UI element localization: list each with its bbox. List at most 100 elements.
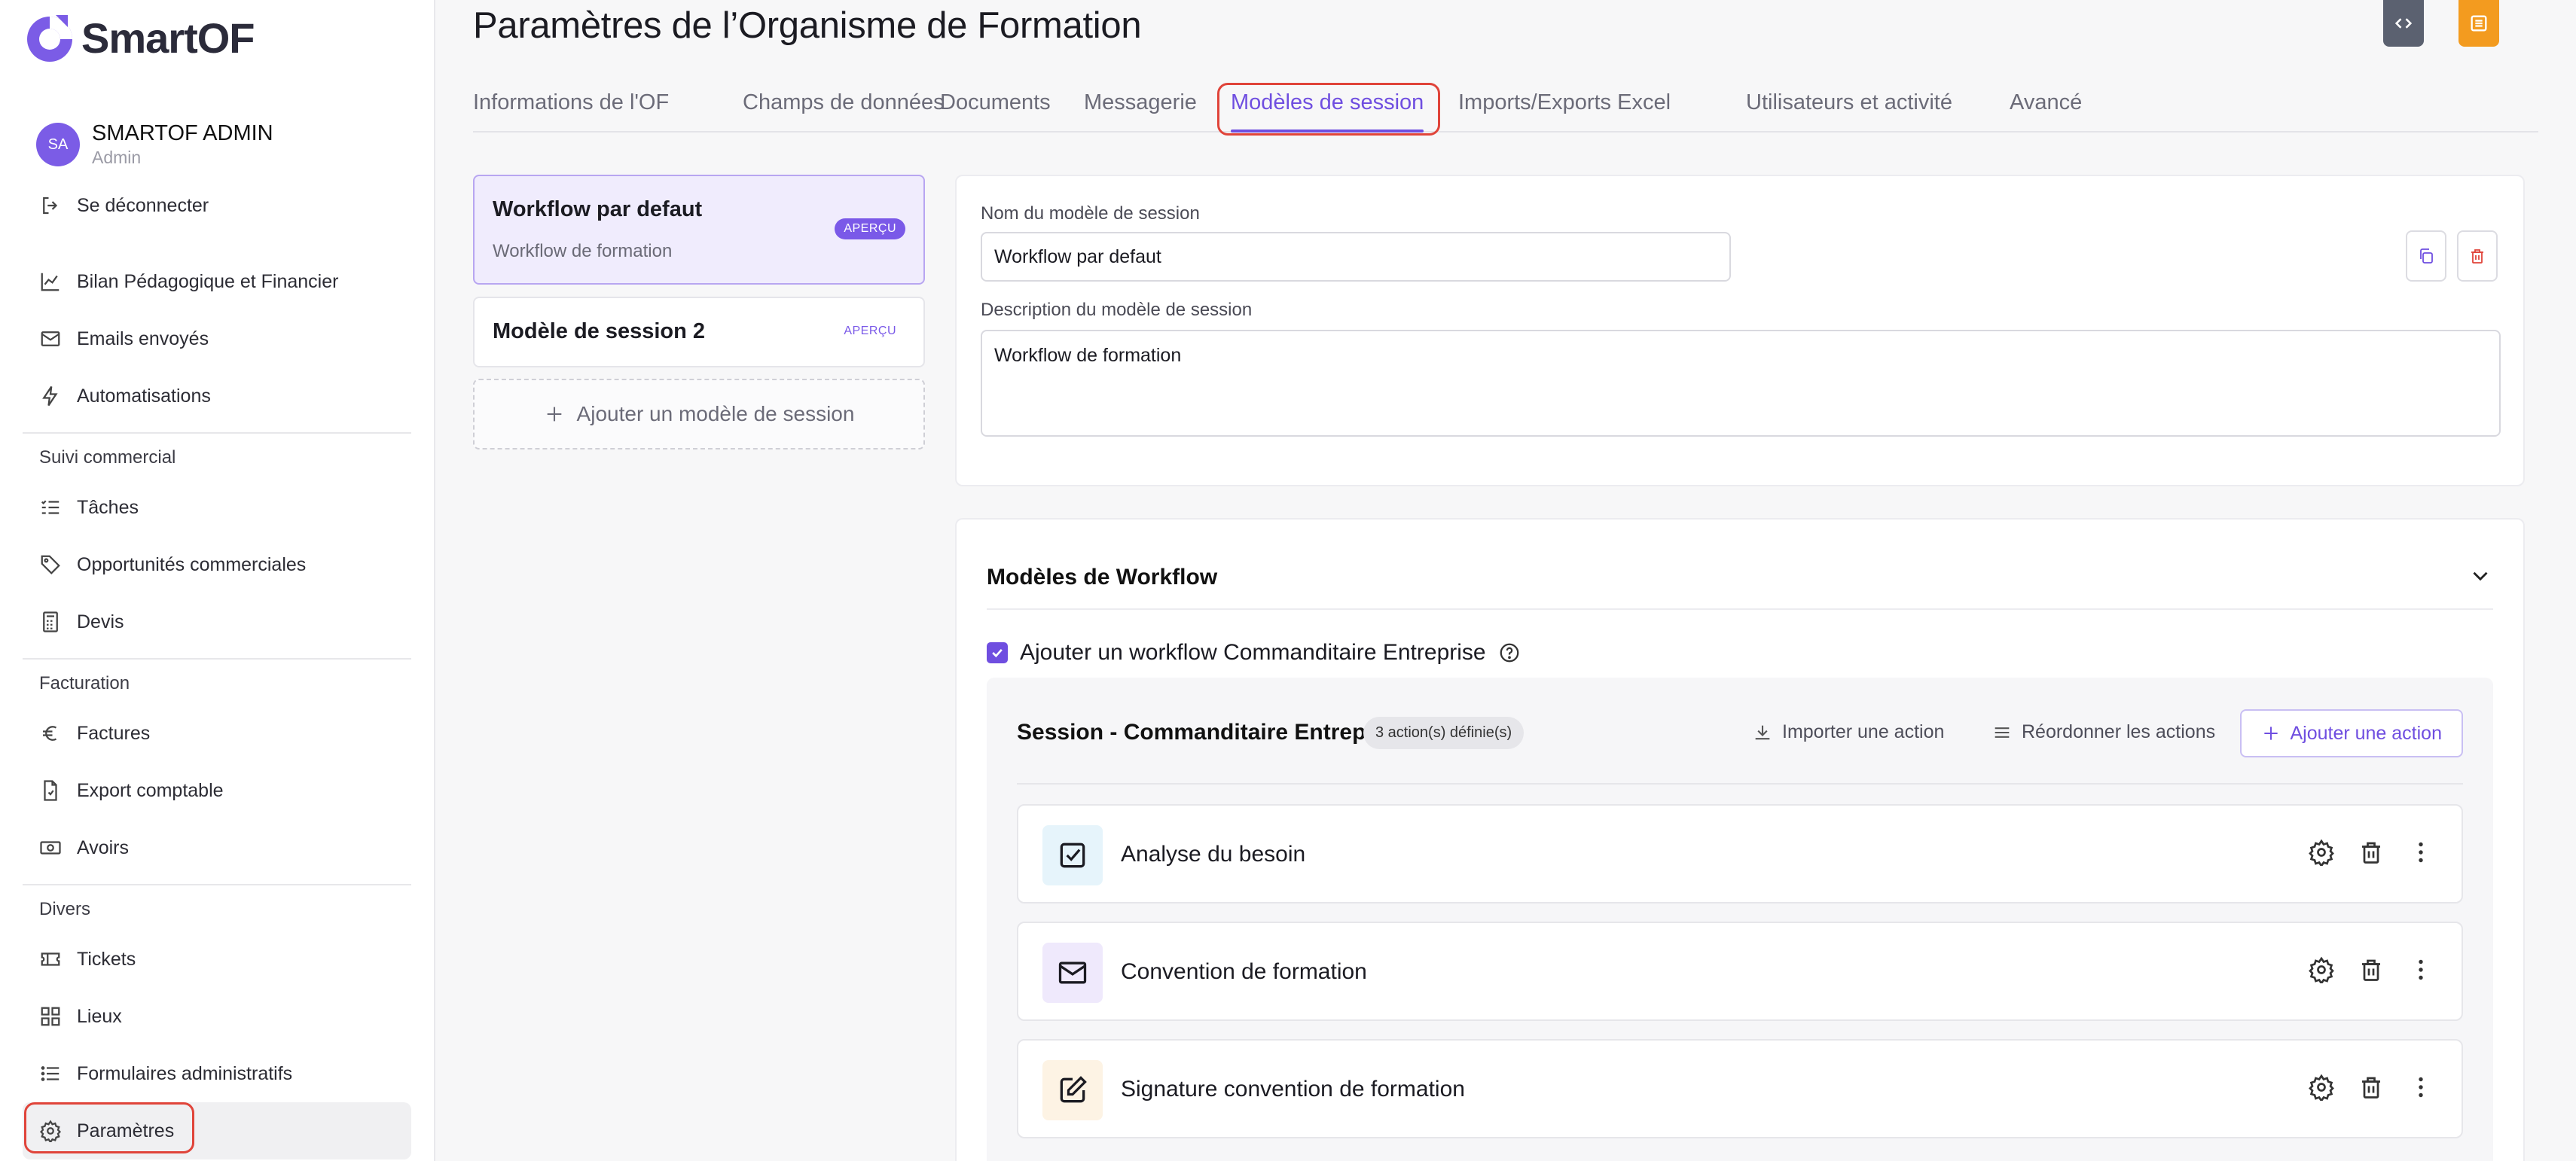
sidebar-item-label: Export comptable xyxy=(77,779,224,801)
grid-icon xyxy=(41,1007,60,1026)
help-circle-icon[interactable] xyxy=(1498,641,1521,664)
tab-documents[interactable]: Documents xyxy=(940,90,1051,130)
action-tools xyxy=(2308,1074,2434,1101)
sidebar-item-factures[interactable]: Factures xyxy=(23,705,411,762)
menu-lines-icon xyxy=(1995,727,2010,738)
list-icon xyxy=(2471,15,2487,32)
gear-icon[interactable] xyxy=(2308,956,2335,983)
sidebar-item-label: Formulaires administratifs xyxy=(77,1062,293,1084)
model-subtitle: Workflow de formation xyxy=(493,241,673,261)
user-profile[interactable]: SA SMARTOF ADMIN Admin xyxy=(36,120,273,169)
nav-top-group: Bilan Pédagogique et Financier Emails en… xyxy=(23,253,411,1159)
apercu-badge[interactable]: APERÇU xyxy=(835,321,905,342)
import-action-button[interactable]: Importer une action xyxy=(1752,721,1944,743)
tab-informations-of[interactable]: Informations de l'OF xyxy=(473,90,669,130)
app-logo[interactable]: SmartOF xyxy=(23,11,255,65)
delete-model-button[interactable] xyxy=(2457,230,2498,282)
sidebar-item-label: Opportunités commerciales xyxy=(77,553,307,575)
sidebar-item-taches[interactable]: Tâches xyxy=(23,479,411,536)
trash-icon xyxy=(2471,249,2483,264)
model-title: Modèle de session 2 xyxy=(493,319,706,343)
avatar: SA xyxy=(36,123,80,166)
tab-utilisateurs[interactable]: Utilisateurs et activité xyxy=(1746,90,1952,130)
user-name: SMARTOF ADMIN xyxy=(92,121,273,145)
sidebar-item-avoirs[interactable]: Avoirs xyxy=(23,819,411,876)
tab-modeles-session[interactable]: Modèles de session xyxy=(1231,90,1424,133)
gear-icon[interactable] xyxy=(2308,1074,2335,1101)
bolt-icon xyxy=(42,385,58,407)
list-icon xyxy=(41,1066,60,1081)
sidebar-item-formulaires[interactable]: Formulaires administratifs xyxy=(23,1045,411,1102)
sidebar-item-label: Tâches xyxy=(77,496,139,518)
sidebar-item-opportunites[interactable]: Opportunités commerciales xyxy=(23,536,411,593)
sidebar-item-emails[interactable]: Emails envoyés xyxy=(23,310,411,367)
file-export-icon xyxy=(44,780,57,801)
page-title: Paramètres de l’Organisme de Formation xyxy=(473,5,1142,46)
model-description-textarea[interactable]: Workflow de formation xyxy=(981,330,2501,437)
add-action-button[interactable]: Ajouter une action xyxy=(2240,709,2463,757)
sidebar-item-export-comptable[interactable]: Export comptable xyxy=(23,762,411,819)
action-row[interactable]: Analyse du besoin xyxy=(1017,804,2463,904)
tab-messagerie[interactable]: Messagerie xyxy=(1084,90,1197,130)
banknote-icon xyxy=(40,841,61,855)
user-role: Admin xyxy=(92,148,142,167)
action-row[interactable]: Convention de formation xyxy=(1017,922,2463,1021)
smartof-logo-icon xyxy=(27,15,72,62)
brand-name: SmartOF xyxy=(81,14,255,62)
gear-icon[interactable] xyxy=(2308,839,2335,866)
commanditaire-checkbox-row: Ajouter un workflow Commanditaire Entrep… xyxy=(987,640,1521,666)
tab-avance[interactable]: Avancé xyxy=(2010,90,2082,130)
sidebar-item-devis[interactable]: Devis xyxy=(23,593,411,651)
menu-button[interactable] xyxy=(2458,0,2499,47)
code-icon xyxy=(2394,18,2413,29)
section-title-suivi: Suivi commercial xyxy=(39,447,176,468)
action-label: Signature convention de formation xyxy=(1121,1077,1465,1102)
logout-link[interactable]: Se déconnecter xyxy=(39,194,209,217)
sidebar-item-bilan[interactable]: Bilan Pédagogique et Financier xyxy=(23,253,411,310)
add-model-button[interactable]: Ajouter un modèle de session xyxy=(473,379,925,449)
sidebar-item-tickets[interactable]: Tickets xyxy=(23,931,411,988)
duplicate-button[interactable] xyxy=(2406,230,2446,282)
code-button[interactable] xyxy=(2383,0,2424,47)
more-vertical-icon[interactable] xyxy=(2407,839,2434,866)
sidebar-item-label: Factures xyxy=(77,722,151,744)
actions-count-badge: 3 action(s) définie(s) xyxy=(1363,717,1525,749)
copy-icon xyxy=(2420,248,2433,264)
reorder-actions-button[interactable]: Réordonner les actions xyxy=(1992,721,2215,743)
trash-icon[interactable] xyxy=(2358,956,2385,983)
calculator-icon xyxy=(43,611,58,632)
more-vertical-icon[interactable] xyxy=(2407,1074,2434,1101)
tag-icon xyxy=(41,555,60,574)
trash-icon[interactable] xyxy=(2358,839,2385,866)
description-label: Description du modèle de session xyxy=(981,300,1253,320)
sidebar-item-automatisations[interactable]: Automatisations xyxy=(23,367,411,425)
sidebar-item-label: Tickets xyxy=(77,948,136,970)
sidebar-item-label: Devis xyxy=(77,611,124,632)
sidebar: SmartOF SA SMARTOF ADMIN Admin Se déconn… xyxy=(0,0,435,1161)
trash-icon[interactable] xyxy=(2358,1074,2385,1101)
sidebar-item-label: Paramètres xyxy=(77,1120,175,1141)
chevron-down-icon[interactable] xyxy=(2468,563,2493,589)
action-icon-box xyxy=(1042,1060,1103,1120)
more-vertical-icon[interactable] xyxy=(2407,956,2434,983)
tab-champs-donnees[interactable]: Champs de données xyxy=(743,90,945,130)
section-title-facturation: Facturation xyxy=(39,673,130,693)
action-row[interactable]: Signature convention de formation xyxy=(1017,1039,2463,1138)
sidebar-item-parametres[interactable]: Paramètres xyxy=(23,1102,411,1159)
session-workflow-box: Session - Commanditaire Entreprise 3 act… xyxy=(987,678,2493,1161)
model-name-input[interactable]: Workflow par defaut xyxy=(981,232,1731,282)
euro-icon xyxy=(43,726,57,741)
apercu-badge[interactable]: APERÇU xyxy=(835,218,905,239)
ticket-icon xyxy=(41,952,60,966)
tab-imports-exports[interactable]: Imports/Exports Excel xyxy=(1458,90,1671,130)
model-card-2[interactable]: Modèle de session 2 APERÇU xyxy=(473,297,925,367)
logout-icon xyxy=(43,197,58,215)
sidebar-item-label: Lieux xyxy=(77,1005,122,1027)
sidebar-item-label: Emails envoyés xyxy=(77,328,209,349)
commanditaire-checkbox[interactable] xyxy=(987,642,1008,663)
action-tools xyxy=(2308,839,2434,866)
model-card-default[interactable]: Workflow par defaut Workflow de formatio… xyxy=(473,175,925,285)
sidebar-item-lieux[interactable]: Lieux xyxy=(23,988,411,1045)
action-label: Analyse du besoin xyxy=(1121,842,1306,867)
action-tools xyxy=(2308,956,2434,983)
